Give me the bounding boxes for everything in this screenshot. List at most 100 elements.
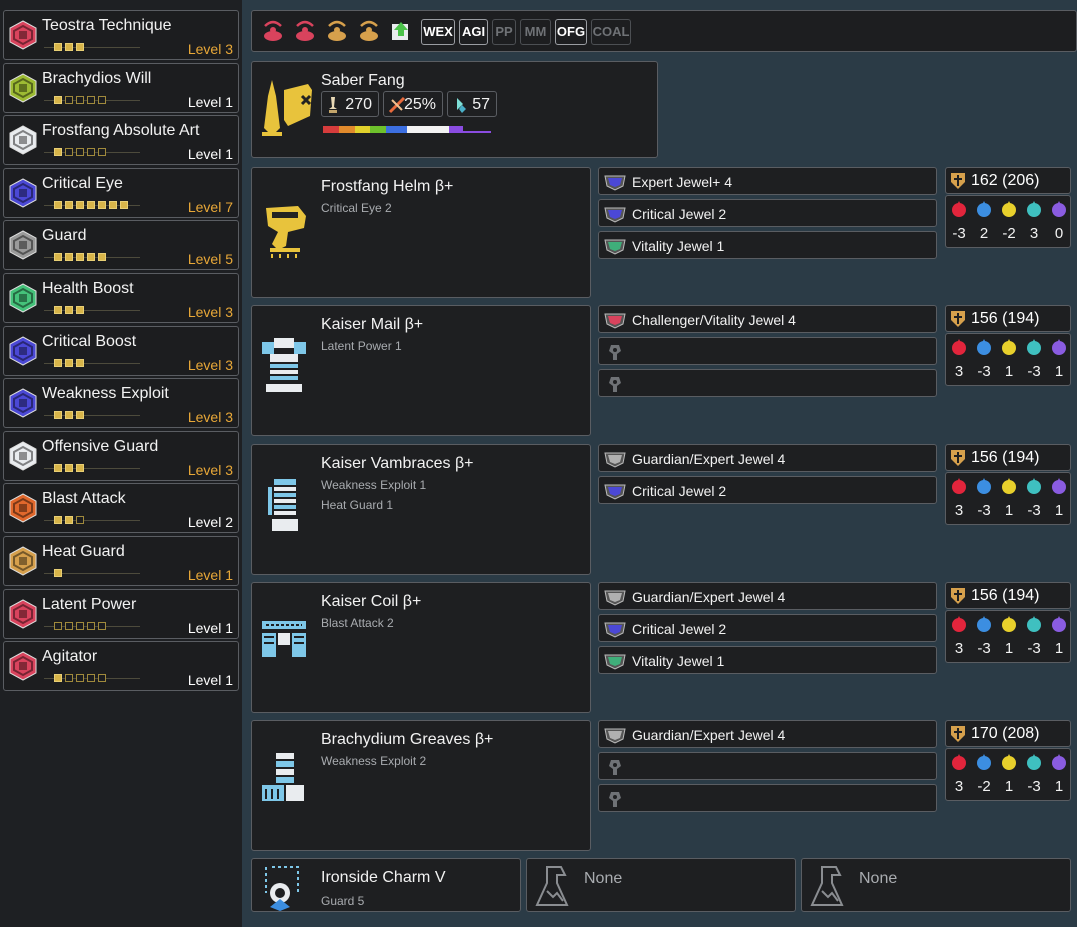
resistance-value: -3	[1027, 778, 1041, 795]
arms-icon	[258, 475, 310, 542]
kinsect-icon[interactable]	[260, 18, 286, 44]
skill-pips	[44, 463, 140, 474]
skill-pips	[44, 200, 140, 211]
resistance-value: 1	[1004, 502, 1014, 519]
skill-card[interactable]: Frostfang Absolute Art Level 1	[3, 115, 239, 166]
skill-pip	[87, 200, 95, 209]
skill-card[interactable]: Offensive Guard Level 3	[3, 430, 239, 481]
decoration-slot[interactable]: Critical Jewel 2	[598, 614, 937, 642]
skill-level: Level 3	[187, 41, 233, 57]
decoration-slot[interactable]: Challenger/Vitality Jewel 4	[598, 305, 937, 333]
skill-pip	[54, 200, 62, 209]
skill-card[interactable]: Blast Attack Level 2	[3, 483, 239, 534]
empty-decoration-slot[interactable]	[598, 784, 937, 812]
armor-panel[interactable]: Kaiser Coil β+ Blast Attack 2	[251, 582, 591, 713]
decoration-icon	[604, 313, 626, 329]
decoration-name: Critical Jewel 2	[632, 483, 727, 499]
decoration-slot[interactable]: Guardian/Expert Jewel 4	[598, 582, 937, 610]
kinsect-icon[interactable]	[292, 18, 318, 44]
water-res-icon	[974, 337, 994, 357]
ice-res-icon	[1024, 752, 1044, 772]
tool-slot-1-label: None	[584, 870, 623, 887]
empty-decoration-slot[interactable]	[598, 752, 937, 780]
armor-name: Kaiser Mail β+	[321, 316, 424, 333]
skill-pip	[65, 411, 73, 420]
skill-level: Level 1	[187, 672, 233, 689]
skill-level: Level 5	[187, 251, 233, 268]
decoration-slot[interactable]: Expert Jewel+ 4	[598, 167, 937, 195]
skill-card[interactable]: Heat Guard Level 1	[3, 536, 239, 586]
decoration-icon	[604, 590, 626, 606]
skill-pip	[54, 306, 62, 314]
empty-slot-icon	[609, 377, 621, 392]
tool-slot-1[interactable]: None	[526, 858, 796, 912]
defense-icon	[951, 726, 965, 742]
attack-value: 270	[345, 96, 372, 113]
mantle-icon	[810, 866, 844, 906]
skill-card[interactable]: Agitator Level 1	[3, 641, 239, 692]
skill-gem-icon	[9, 599, 37, 629]
charm-name: Ironside Charm V	[321, 869, 446, 886]
charm-skill: Guard 5	[321, 894, 365, 908]
skill-card[interactable]: Weakness Exploit Level 3	[3, 378, 239, 429]
skill-name: Health Boost	[42, 280, 134, 297]
skill-name: Offensive Guard	[42, 437, 159, 455]
skill-pip	[109, 200, 117, 209]
ice-res-icon	[1024, 199, 1044, 219]
decoration-slot[interactable]: Guardian/Expert Jewel 4	[598, 720, 937, 748]
armor-panel[interactable]: Brachydium Greaves β+ Weakness Exploit 2	[251, 720, 591, 851]
skill-gem-icon	[9, 441, 37, 471]
decoration-slot[interactable]: Guardian/Expert Jewel 4	[598, 444, 937, 472]
skill-card[interactable]: Guard Level 5	[3, 220, 239, 271]
skill-name: Blast Attack	[42, 490, 126, 508]
weapon-panel[interactable]: Saber Fang 270 25% 57	[251, 61, 658, 158]
toggle-ofg-button[interactable]: OFG	[555, 19, 587, 45]
charm-panel[interactable]: Ironside Charm V Guard 5	[251, 858, 521, 912]
decoration-slot[interactable]: Critical Jewel 2	[598, 199, 937, 227]
skill-card[interactable]: Critical Eye Level 7	[3, 167, 239, 218]
toggle-coal-button[interactable]: COAL	[591, 19, 631, 45]
skill-card[interactable]: Health Boost Level 3	[3, 273, 239, 323]
skill-pip	[98, 148, 106, 157]
kinsect-icon[interactable]	[356, 18, 382, 44]
loadout-window: Teostra Technique Level 3 Brachydios Will L…	[0, 0, 1077, 927]
armor-panel[interactable]: Kaiser Vambraces β+ Weakness Exploit 1 Hea…	[251, 444, 591, 575]
decoration-slot[interactable]: Vitality Jewel 1	[598, 646, 937, 674]
toggle-mm-button[interactable]: MM	[520, 19, 551, 45]
kinsect-boost-icon[interactable]	[388, 18, 414, 44]
skill-pip	[87, 95, 95, 104]
toggle-pp-button[interactable]: PP	[492, 19, 516, 45]
element-stat: 57	[447, 91, 497, 117]
armor-panel[interactable]: Frostfang Helm β+ Critical Eye 2	[251, 167, 591, 298]
empty-decoration-slot[interactable]	[598, 337, 937, 365]
decoration-name: Expert Jewel+ 4	[632, 174, 732, 190]
tool-slot-2[interactable]: None	[801, 858, 1071, 912]
resistance-value: 0	[1054, 225, 1064, 242]
defense-value-box: 156 (194)	[945, 582, 1071, 609]
decoration-icon	[604, 207, 626, 223]
skill-card[interactable]: Latent Power Level 1	[3, 588, 239, 639]
chest-icon	[258, 336, 310, 403]
toggle-agi-button[interactable]: AGI	[459, 19, 488, 45]
skill-card[interactable]: Teostra Technique Level 3	[3, 10, 239, 60]
skill-card[interactable]: Brachydios Will Level 1	[3, 62, 239, 113]
skill-pip	[76, 200, 84, 209]
armor-name: Brachydium Greaves β+	[321, 731, 494, 748]
kinsect-icon[interactable]	[324, 18, 350, 44]
armor-panel[interactable]: Kaiser Mail β+ Latent Power 1	[251, 305, 591, 436]
skill-name: Latent Power	[42, 595, 137, 613]
resistance-value: -3	[952, 225, 966, 242]
toggle-wex-button[interactable]: WEX	[421, 19, 455, 45]
resistances-box: 3 -3 1 -3 1	[945, 610, 1071, 663]
skill-card[interactable]: Critical Boost Level 3	[3, 325, 239, 376]
decoration-name: Critical Jewel 2	[632, 206, 727, 222]
skill-pips	[44, 358, 140, 369]
decoration-slot[interactable]: Vitality Jewel 1	[598, 231, 937, 259]
decoration-icon	[604, 175, 626, 191]
sharpness-segment	[370, 126, 386, 133]
sharpness-segment	[354, 126, 371, 133]
dragon-res-icon	[1049, 614, 1069, 634]
empty-decoration-slot[interactable]	[598, 369, 937, 397]
skill-gem-icon	[9, 283, 37, 313]
decoration-slot[interactable]: Critical Jewel 2	[598, 476, 937, 504]
